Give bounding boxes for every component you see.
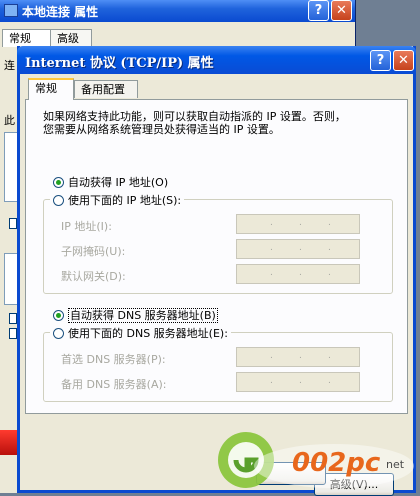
dialog-close-button[interactable]: ✕ <box>393 50 414 71</box>
tab-alternate-config[interactable]: 备用配置 <box>74 80 138 98</box>
ip-octet-separator: . <box>299 243 302 253</box>
ip-octet-separator: . <box>328 351 331 361</box>
back-tab-advanced[interactable]: 高级 <box>50 29 92 47</box>
dialog-titlebar[interactable]: Internet 协议 (TCP/IP) 属性 ? ✕ <box>17 46 416 74</box>
back-fragment-text: 此 <box>4 114 15 127</box>
ip-octet-separator: . <box>270 376 273 386</box>
obtain-ip-auto-radio[interactable] <box>53 177 64 188</box>
ip-octet-separator: . <box>299 218 302 228</box>
ip-octet-separator: . <box>270 218 273 228</box>
use-static-ip-label: 使用下面的 IP 地址(S): <box>68 194 182 207</box>
default-gateway-label: 默认网关(D): <box>61 270 126 283</box>
subnet-mask-input[interactable]: ... <box>236 239 360 259</box>
ip-octet-separator: . <box>299 376 302 386</box>
preferred-dns-input[interactable]: ... <box>236 347 360 367</box>
back-checkbox-stub[interactable] <box>9 313 17 324</box>
back-window-titlebar[interactable]: 本地连接 属性 ? ✕ <box>0 0 355 22</box>
dialog-help-button[interactable]: ? <box>370 50 391 71</box>
alternate-dns-input[interactable]: ... <box>236 372 360 392</box>
back-window-title: 本地连接 属性 <box>22 5 99 19</box>
ip-address-label: IP 地址(I): <box>61 220 112 233</box>
use-static-ip-radio[interactable] <box>53 195 64 206</box>
network-connection-icon <box>4 4 18 17</box>
back-components-list[interactable] <box>4 132 18 202</box>
back-close-button[interactable]: ✕ <box>331 0 352 21</box>
ip-octet-separator: . <box>270 243 273 253</box>
description-text: 如果网络支持此功能，则可以获取自动指派的 IP 设置。否则， 您需要从网络系统管… <box>43 110 346 136</box>
ip-octet-separator: . <box>299 351 302 361</box>
obtain-dns-auto-label: 自动获得 DNS 服务器地址(B) <box>68 308 218 323</box>
back-help-button[interactable]: ? <box>308 0 329 21</box>
preferred-dns-label: 首选 DNS 服务器(P): <box>61 353 166 366</box>
tcpip-properties-dialog: Internet 协议 (TCP/IP) 属性 ? ✕ 常规 备用配置 如果网络… <box>17 46 416 496</box>
obtain-dns-auto-radio[interactable] <box>53 310 64 321</box>
subnet-mask-label: 子网掩码(U): <box>61 245 126 258</box>
back-checkbox-stub[interactable] <box>9 328 17 339</box>
site-watermark: 002pc net <box>214 430 420 493</box>
watermark-text: 002pc <box>292 448 381 478</box>
back-button-stub[interactable] <box>9 218 17 229</box>
obtain-dns-auto-option[interactable]: 自动获得 DNS 服务器地址(B) <box>53 307 218 323</box>
use-static-dns-option[interactable]: 使用下面的 DNS 服务器地址(E): <box>50 325 231 340</box>
ip-address-input[interactable]: ... <box>236 214 360 234</box>
description-line: 如果网络支持此功能，则可以获取自动指派的 IP 设置。否则， <box>43 110 346 123</box>
ip-octet-separator: . <box>328 376 331 386</box>
use-static-dns-radio[interactable] <box>53 328 64 339</box>
ip-octet-separator: . <box>328 243 331 253</box>
ip-octet-separator: . <box>328 268 331 278</box>
watermark-suffix: net <box>386 458 405 471</box>
ip-octet-separator: . <box>270 268 273 278</box>
back-fragment-text: 连 <box>4 59 15 72</box>
obtain-ip-auto-label: 自动获得 IP 地址(O) <box>68 176 169 189</box>
obtain-ip-auto-option[interactable]: 自动获得 IP 地址(O) <box>53 174 169 189</box>
alternate-dns-label: 备用 DNS 服务器(A): <box>61 378 167 391</box>
default-gateway-input[interactable]: ... <box>236 264 360 284</box>
ip-octet-separator: . <box>299 268 302 278</box>
use-static-ip-option[interactable]: 使用下面的 IP 地址(S): <box>50 192 185 207</box>
tab-general[interactable]: 常规 <box>28 78 74 100</box>
back-tab-general[interactable]: 常规 <box>2 29 52 47</box>
use-static-dns-label: 使用下面的 DNS 服务器地址(E): <box>68 327 228 340</box>
description-line: 您需要从网络系统管理员处获得适当的 IP 设置。 <box>43 123 280 136</box>
back-description-box <box>4 253 18 305</box>
ip-octet-separator: . <box>270 351 273 361</box>
general-tab-panel: 如果网络支持此功能，则可以获取自动指派的 IP 设置。否则， 您需要从网络系统管… <box>25 99 408 496</box>
dialog-title: Internet 协议 (TCP/IP) 属性 <box>25 56 214 71</box>
ip-octet-separator: . <box>328 218 331 228</box>
